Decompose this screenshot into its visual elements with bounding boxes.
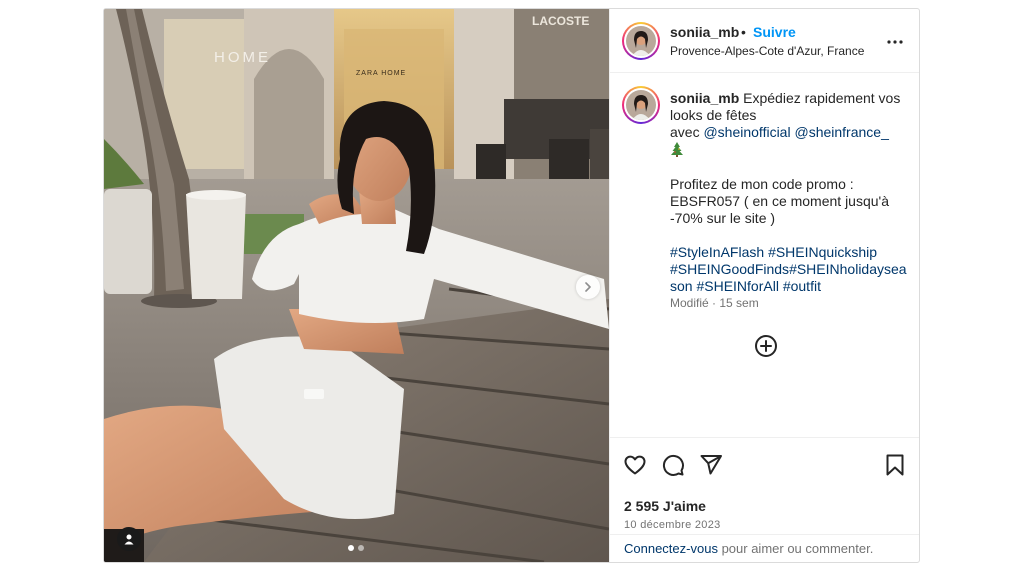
hashtag-link[interactable]: #SHEINGoodFinds <box>670 261 789 277</box>
load-more-comments-button[interactable] <box>754 334 778 358</box>
post-header: soniia_mb • Suivre Provence-Alpes-Cote d… <box>610 9 919 73</box>
hashtag-link[interactable]: #outfit <box>783 278 821 294</box>
user-icon <box>124 534 134 545</box>
tagged-users-button[interactable] <box>117 527 141 551</box>
post-username[interactable]: soniia_mb <box>670 24 739 40</box>
follow-button[interactable]: Suivre <box>753 24 796 40</box>
caption-text-line1: Expédiez rapidement vos <box>743 90 901 106</box>
promo-text-line1: Profitez de mon code promo : <box>670 176 854 192</box>
caption-text-line2: looks de fêtes <box>670 107 757 123</box>
comment-icon <box>662 454 684 476</box>
post-photo: LACOSTE HOME ZARA HOME <box>104 9 609 562</box>
promo-text-line2: EBSFR057 ( en ce moment jusqu'à <box>670 193 890 209</box>
bookmark-icon <box>886 454 904 476</box>
post-location[interactable]: Provence-Alpes-Cote d'Azur, France <box>670 44 864 58</box>
more-options-button[interactable] <box>884 31 906 53</box>
storefront-sign-home: HOME <box>214 49 271 66</box>
mention-link[interactable]: @sheinofficial <box>703 124 790 140</box>
like-count[interactable]: 2 595 J'aime <box>624 498 706 514</box>
caption-text-line3: avec <box>670 124 704 140</box>
storefront-sign-zara-home: ZARA HOME <box>356 70 406 77</box>
mention-link[interactable]: @sheinfrance_ <box>794 124 888 140</box>
post-date[interactable]: 10 décembre 2023 <box>624 519 721 531</box>
carousel-next-button[interactable] <box>576 275 600 299</box>
carousel-dot-active <box>348 545 354 551</box>
chevron-right-icon <box>585 282 591 292</box>
share-button[interactable] <box>698 452 724 478</box>
hashtag-link[interactable]: #SHEINquickship <box>768 244 877 260</box>
avatar[interactable] <box>622 22 660 60</box>
post-side-panel: soniia_mb • Suivre Provence-Alpes-Cote d… <box>609 9 919 562</box>
header-separator: • <box>741 24 746 40</box>
caption-avatar[interactable] <box>622 86 660 124</box>
caption-section: soniia_mb Expédiez rapidement vos looks … <box>610 74 919 436</box>
share-icon <box>700 455 722 475</box>
post-caption: soniia_mb Expédiez rapidement vos looks … <box>670 90 907 295</box>
caption-username[interactable]: soniia_mb <box>670 90 739 106</box>
post-media[interactable]: LACOSTE HOME ZARA HOME <box>104 9 609 562</box>
post-modified-time: Modifié · 15 sem <box>670 296 759 310</box>
christmas-tree-icon <box>671 142 683 157</box>
login-prompt: Connectez-vous pour aimer ou commenter. <box>610 534 919 562</box>
hashtag-link[interactable]: #SHEINholidaysea <box>789 261 907 277</box>
post-card: LACOSTE HOME ZARA HOME soniia_mb • Suivr… <box>103 8 920 563</box>
login-prompt-text: pour aimer ou commenter. <box>717 541 874 556</box>
hashtag-link[interactable]: son <box>670 278 693 294</box>
hashtag-link[interactable]: #StyleInAFlash <box>670 244 764 260</box>
promo-text-line3: -70% sur le site ) <box>670 210 776 226</box>
heart-icon <box>624 455 646 475</box>
carousel-indicator <box>348 545 364 551</box>
storefront-sign-lacoste: LACOSTE <box>532 14 589 28</box>
like-button[interactable] <box>622 452 648 478</box>
save-button[interactable] <box>882 452 908 478</box>
comment-button[interactable] <box>660 452 686 478</box>
post-actions: 2 595 J'aime 10 décembre 2023 <box>610 437 919 533</box>
more-horizontal-icon <box>887 40 903 44</box>
carousel-dot <box>358 545 364 551</box>
hashtag-link[interactable]: #SHEINforAll <box>696 278 778 294</box>
login-link[interactable]: Connectez-vous <box>624 541 718 556</box>
plus-circle-icon <box>755 335 777 357</box>
